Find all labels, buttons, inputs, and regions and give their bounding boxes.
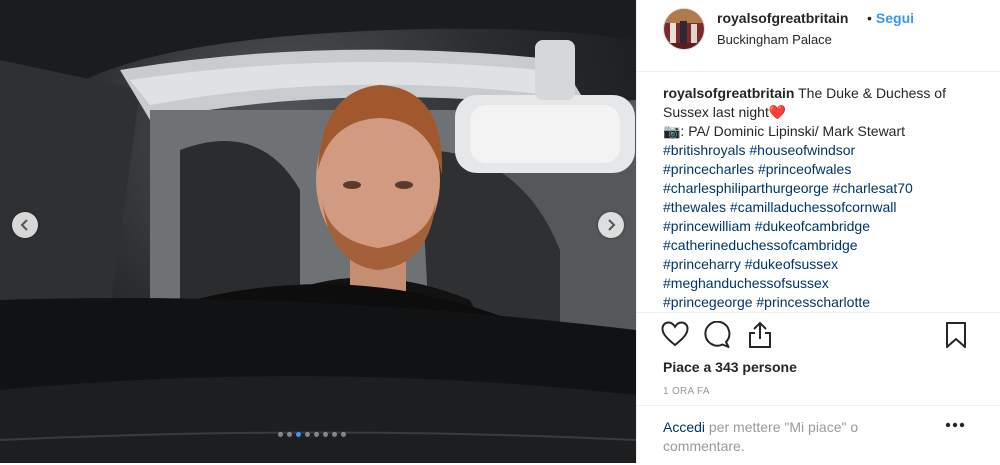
location-link[interactable]: Buckingham Palace	[717, 32, 832, 47]
post-photo[interactable]	[0, 0, 636, 463]
post-header: royalsofgreatbritain • Segui Buckingham P…	[637, 0, 1000, 72]
post-side-panel: royalsofgreatbritain • Segui Buckingham P…	[636, 0, 1000, 463]
bookmark-icon[interactable]	[945, 321, 967, 349]
header-username[interactable]: royalsofgreatbritain	[717, 10, 848, 26]
post-actions: Piace a 343 persone 1 ORA FA Accedi per …	[637, 312, 1000, 454]
post-timestamp: 1 ORA FA	[663, 386, 710, 397]
carousel-dot[interactable]	[278, 432, 283, 437]
more-dots-icon[interactable]	[945, 422, 965, 428]
separator-bullet: •	[867, 10, 872, 26]
chevron-left-icon	[20, 219, 28, 231]
heart-icon[interactable]	[661, 321, 689, 347]
photo-credit: 📷: PA/ Dominic Lipinski/ Mark Stewart	[663, 123, 906, 139]
post-caption: royalsofgreatbritain The Duke & Duchess …	[663, 84, 973, 312]
follow-button[interactable]: Segui	[876, 10, 914, 26]
likes-count[interactable]: Piace a 343 persone	[663, 359, 797, 375]
photo-car-scene	[0, 0, 636, 463]
comment-icon[interactable]	[703, 321, 731, 349]
hashtag-list: #britishroyals #houseofwindsor #princecha…	[663, 141, 973, 312]
carousel-prev-button[interactable]	[12, 212, 38, 238]
carousel-dot[interactable]	[296, 432, 301, 437]
hashtag-line[interactable]: #meghanduchessofsussex	[663, 274, 973, 293]
hashtag-line[interactable]: #princecharles #princeofwales	[663, 160, 973, 179]
hashtag-line[interactable]: #britishroyals #houseofwindsor	[663, 141, 973, 160]
comment-prompt: Accedi per mettere "Mi piace" o commenta…	[663, 418, 903, 456]
hashtag-line[interactable]: #princeharry #dukeofsussex	[663, 255, 973, 274]
carousel-dots	[278, 432, 346, 437]
heart-emoji: ❤️	[768, 104, 787, 120]
hashtag-line[interactable]: #princegeorge #princesscharlotte	[663, 293, 973, 312]
hashtag-line[interactable]: #thewales #camilladuchessofcornwall	[663, 198, 973, 217]
carousel-dot[interactable]	[341, 432, 346, 437]
comment-login-row: Accedi per mettere "Mi piace" o commenta…	[637, 405, 1000, 465]
chevron-right-icon	[608, 219, 616, 231]
hashtag-line[interactable]: #catherineduchessofcambridge	[663, 236, 973, 255]
carousel-dot[interactable]	[332, 432, 337, 437]
follow-wrap: • Segui	[867, 10, 914, 26]
login-link[interactable]: Accedi	[663, 419, 705, 435]
hashtag-line[interactable]: #princewilliam #dukeofcambridge	[663, 217, 973, 236]
carousel-dot[interactable]	[314, 432, 319, 437]
share-icon[interactable]	[747, 321, 773, 349]
caption-username[interactable]: royalsofgreatbritain	[663, 85, 794, 101]
avatar[interactable]	[663, 8, 705, 50]
carousel-dot[interactable]	[287, 432, 292, 437]
carousel-next-button[interactable]	[598, 212, 624, 238]
avatar-image	[664, 9, 704, 49]
carousel-dot[interactable]	[323, 432, 328, 437]
carousel-dot[interactable]	[305, 432, 310, 437]
hashtag-line[interactable]: #charlesphiliparthurgeorge #charlesat70	[663, 179, 973, 198]
